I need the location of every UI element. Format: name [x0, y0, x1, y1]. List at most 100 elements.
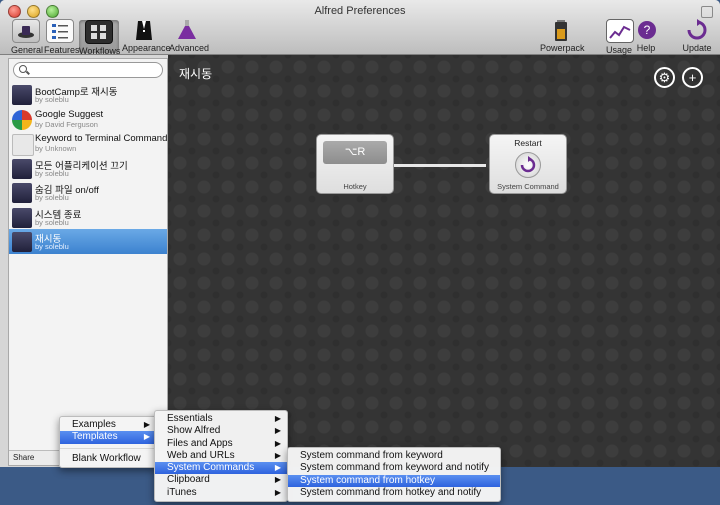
toolbar-advanced[interactable]: Advanced: [169, 19, 209, 53]
toolbar-help[interactable]: ? Help: [634, 19, 658, 53]
menu-item-label: Examples: [72, 419, 116, 430]
toolbar-general-label: General: [11, 45, 44, 55]
toolbar-toggle-button[interactable]: [701, 6, 713, 18]
submenu-arrow-icon: ▶: [274, 475, 281, 485]
workflow-author: by soleblu: [35, 95, 69, 104]
menu-item-blank-workflow[interactable]: Blank Workflow: [60, 453, 156, 465]
tuxedo-icon: [131, 19, 157, 41]
toolbar-workflows-label: Workflows: [79, 46, 121, 56]
share-button[interactable]: Share: [13, 453, 34, 462]
toolbar-update[interactable]: Update: [682, 19, 712, 53]
avatar: [12, 158, 32, 179]
menu-item-itunes[interactable]: iTunes ▶: [155, 487, 287, 499]
menu-item-system-command-from-hotkey-notify[interactable]: System command from hotkey and notify: [288, 487, 500, 499]
update-refresh-icon: [684, 19, 710, 41]
workflow-list: BootCamp로 재시동 by soleblu Google Suggest …: [9, 82, 167, 254]
toolbar-features[interactable]: Features: [44, 19, 80, 55]
search-field[interactable]: [13, 62, 163, 78]
toolbar-general[interactable]: General: [11, 19, 44, 55]
connection-line[interactable]: [394, 164, 486, 167]
workflow-canvas[interactable]: 재시동 ⚙ + ⌥R Hotkey Restart System Command: [168, 55, 720, 467]
avatar: [12, 85, 32, 105]
toolbar: Alfred Preferences General Features Work…: [0, 0, 720, 56]
menu-item-label: System command from hotkey and notify: [300, 486, 482, 498]
workflow-item-google-suggest[interactable]: Google Suggest by David Ferguson: [9, 107, 167, 132]
google-icon: [12, 109, 32, 130]
templates-submenu: Essentials ▶ Show Alfred ▶ Files and Apps ▶…: [154, 410, 288, 503]
restart-node-title: Restart: [514, 138, 542, 148]
menu-item-templates[interactable]: Templates ▶: [60, 431, 156, 444]
menu-item-clipboard[interactable]: Clipboard ▶: [155, 474, 287, 486]
workflow-item-terminal-command[interactable]: Keyword to Terminal Command by Unknown: [9, 131, 167, 156]
hotkey-node-label: Hotkey: [343, 182, 367, 191]
add-icon[interactable]: +: [682, 67, 703, 88]
menu-item-label: Clipboard: [167, 474, 210, 486]
submenu-arrow-icon: ▶: [274, 487, 281, 497]
submenu-arrow-icon: ▶: [143, 420, 150, 429]
svg-text:?: ?: [644, 23, 651, 37]
toolbar-usage[interactable]: Usage: [606, 19, 634, 55]
restart-node-label: System Command: [497, 182, 559, 191]
workflow-author: by soleblu: [35, 242, 69, 251]
avatar: [12, 232, 32, 252]
workflow-sidebar: BootCamp로 재시동 by soleblu Google Suggest …: [8, 58, 168, 466]
hotkey-key-display: ⌥R: [323, 141, 387, 164]
workflows-grid-icon: [85, 20, 113, 44]
menu-item-show-alfred[interactable]: Show Alfred ▶: [155, 425, 287, 437]
powerpack-battery-icon: [548, 19, 574, 41]
hotkey-node[interactable]: ⌥R Hotkey: [316, 134, 394, 194]
submenu-arrow-icon: ▶: [143, 432, 150, 442]
menu-item-examples[interactable]: Examples ▶: [60, 419, 156, 431]
search-input[interactable]: [30, 63, 158, 76]
add-workflow-menu: Examples ▶ Templates ▶ Blank Workflow: [59, 416, 157, 468]
menu-item-label: Templates: [72, 431, 118, 443]
workflow-item-shutdown[interactable]: 시스템 종료 by soleblu: [9, 205, 167, 230]
toolbar-features-label: Features: [44, 45, 80, 55]
menu-item-label: Essentials: [167, 413, 213, 424]
menu-item-files-and-apps[interactable]: Files and Apps ▶: [155, 438, 287, 450]
toolbar-powerpack-label: Powerpack: [540, 43, 585, 53]
workflow-item-hidden-files[interactable]: 숨김 파일 on/off by soleblu: [9, 180, 167, 205]
menu-item-label: Show Alfred: [167, 425, 221, 437]
toolbar-appearance[interactable]: Appearance: [122, 19, 171, 53]
checklist-icon: [46, 19, 74, 43]
usage-graph-icon: [606, 19, 634, 43]
menu-separator: [60, 447, 156, 449]
workflow-item-quit-all-apps[interactable]: 모든 어플리케이션 끄기 by soleblu: [9, 156, 167, 181]
gear-icon[interactable]: ⚙: [654, 67, 675, 88]
menu-item-label: Files and Apps: [167, 437, 233, 449]
workflow-name: Keyword to Terminal Command: [35, 133, 168, 144]
toolbar-powerpack[interactable]: Powerpack: [540, 19, 585, 53]
menu-item-label: Web and URLs: [167, 449, 235, 461]
placeholder-workflow-icon: [12, 134, 34, 156]
help-icon: ?: [634, 19, 660, 41]
submenu-arrow-icon: ▶: [274, 463, 281, 473]
potion-flask-icon: [174, 19, 200, 41]
menu-item-system-command-from-hotkey[interactable]: System command from hotkey: [288, 474, 500, 487]
system-command-node[interactable]: Restart System Command: [489, 134, 567, 194]
menu-item-system-command-from-keyword-notify[interactable]: System command from keyword and notify: [288, 462, 500, 474]
toolbar-workflows[interactable]: Workflows: [79, 20, 121, 56]
toolbar-appearance-label: Appearance: [122, 43, 171, 53]
toolbar-update-label: Update: [682, 43, 712, 53]
toolbar-help-label: Help: [636, 43, 656, 53]
workflow-name: Google Suggest: [35, 108, 104, 120]
avatar: [12, 183, 32, 203]
search-icon: [19, 65, 27, 73]
workflow-item-bootcamp[interactable]: BootCamp로 재시동 by soleblu: [9, 82, 167, 107]
menu-item-label: System command from keyword and notify: [300, 462, 489, 474]
workflow-item-restart[interactable]: 재시동 by soleblu: [9, 229, 167, 254]
workflow-author: by soleblu: [35, 193, 69, 202]
menu-item-essentials[interactable]: Essentials ▶: [155, 413, 287, 425]
workflow-author: by David Ferguson: [35, 119, 98, 129]
menu-item-web-and-urls[interactable]: Web and URLs ▶: [155, 450, 287, 462]
workflow-title: 재시동: [179, 67, 213, 81]
submenu-arrow-icon: ▶: [274, 426, 281, 436]
menu-item-system-command-from-keyword[interactable]: System command from keyword: [288, 450, 500, 462]
system-commands-submenu: System command from keyword System comma…: [287, 447, 501, 503]
menu-item-label: System command from keyword: [300, 450, 443, 461]
menu-item-system-commands[interactable]: System Commands ▶: [155, 462, 287, 475]
menu-item-label: System Commands: [167, 462, 255, 474]
menu-item-label: iTunes: [167, 486, 197, 498]
menu-item-label: Blank Workflow: [72, 452, 141, 464]
